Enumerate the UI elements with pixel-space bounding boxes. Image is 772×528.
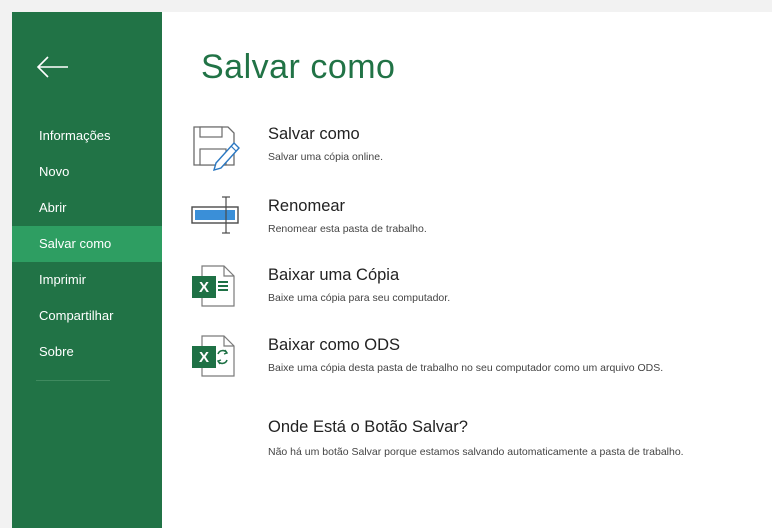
sidebar-item-label: Sobre [39, 344, 74, 359]
sidebar-item-imprimir[interactable]: Imprimir [12, 262, 162, 298]
option-title: Baixar como ODS [268, 336, 401, 354]
sidebar-item-label: Abrir [39, 200, 67, 215]
save-as-option[interactable]: Salvar como Salvar uma cópia online. [190, 123, 750, 179]
option-title: Renomear [268, 197, 346, 215]
option-title: Salvar como [268, 125, 360, 143]
option-title: Baixar uma Cópia [268, 266, 400, 284]
back-arrow-icon[interactable] [34, 52, 74, 82]
option-description: Renomear esta pasta de trabalho. [268, 223, 427, 235]
excel-ods-icon: X [190, 334, 242, 382]
option-description: Salvar uma cópia online. [268, 151, 383, 163]
save-button-info: Onde Está o Botão Salvar? Não há um botã… [268, 418, 738, 459]
option-description: Baixe uma cópia para seu computador. [268, 292, 451, 304]
rename-icon [190, 195, 242, 243]
sidebar-item-novo[interactable]: Novo [12, 154, 162, 190]
info-title: Onde Está o Botão Salvar? [268, 418, 468, 436]
sidebar-item-salvar-como[interactable]: Salvar como [12, 226, 162, 262]
sidebar-item-label: Compartilhar [39, 308, 114, 323]
sidebar-nav: Informações Novo Abrir Salvar como Impri… [12, 118, 162, 381]
excel-download-icon: X [190, 264, 242, 312]
sidebar-item-label: Imprimir [39, 272, 86, 287]
sidebar-item-compartilhar[interactable]: Compartilhar [12, 298, 162, 334]
download-copy-option[interactable]: X Baixar uma Cópia Baixe uma cópia para … [190, 264, 750, 320]
option-description: Baixe uma cópia desta pasta de trabalho … [268, 362, 664, 374]
sidebar-item-sobre[interactable]: Sobre [12, 334, 162, 370]
sidebar-item-label: Informações [39, 128, 111, 143]
rename-option[interactable]: Renomear Renomear esta pasta de trabalho… [190, 195, 750, 251]
svg-text:X: X [199, 349, 209, 366]
sidebar: Informações Novo Abrir Salvar como Impri… [12, 12, 162, 528]
svg-text:X: X [199, 279, 209, 296]
main-panel: Salvar como Salvar como Salvar uma cópia… [162, 12, 772, 528]
sidebar-divider [36, 380, 110, 381]
download-ods-option[interactable]: X Baixar como ODS Baixe uma cópia desta … [190, 334, 750, 390]
sidebar-item-abrir[interactable]: Abrir [12, 190, 162, 226]
info-body: Não há um botão Salvar porque estamos sa… [268, 446, 684, 458]
save-as-icon [190, 123, 242, 172]
sidebar-item-label: Novo [39, 164, 70, 179]
backstage-window: Informações Novo Abrir Salvar como Impri… [12, 12, 772, 528]
sidebar-item-informacoes[interactable]: Informações [12, 118, 162, 154]
page-title: Salvar como [201, 48, 396, 86]
sidebar-item-label: Salvar como [39, 236, 112, 251]
